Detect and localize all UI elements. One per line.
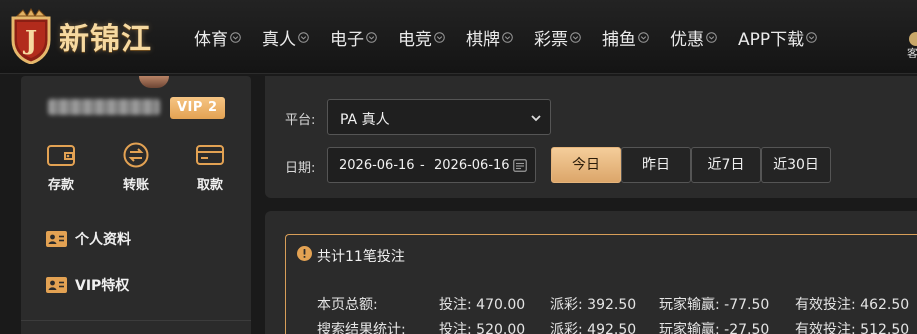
- sidebar-divider: [21, 320, 251, 321]
- top-navigation-bar: J 新锦江 体育 真人 电子 电竞 棋牌 彩票 捕鱼 优惠 APP下载 客: [0, 0, 917, 74]
- site-logo[interactable]: J 新锦江: [7, 6, 152, 66]
- nav-label: 电子: [330, 30, 364, 50]
- search-total-row: 搜索结果统计: 投注: 520.00 派彩: 492.50 玩家输赢: -27.…: [286, 319, 917, 334]
- nav-item-promotions[interactable]: 优惠: [670, 25, 717, 50]
- payout-amount: 派彩: 392.50: [550, 297, 637, 313]
- svg-text:J: J: [23, 26, 37, 56]
- chevron-down-icon: [570, 32, 581, 43]
- withdraw-button[interactable]: 取款: [185, 142, 235, 193]
- nav-item-live-casino[interactable]: 真人: [262, 25, 309, 50]
- transfer-label: 转账: [122, 178, 149, 193]
- customer-service-link[interactable]: 客: [907, 30, 917, 58]
- date-label: 日期:: [285, 161, 316, 176]
- chevron-down-icon: [806, 32, 817, 43]
- chevron-down-icon: [434, 32, 445, 43]
- chevron-down-icon: [366, 32, 377, 43]
- withdraw-label: 取款: [196, 178, 223, 193]
- date-end: 2026-06-16: [434, 158, 510, 173]
- nav-label: 体育: [194, 30, 228, 50]
- nav-item-card-games[interactable]: 棋牌: [466, 25, 513, 50]
- date-range-picker[interactable]: 2026-06-16 - 2026-06-16: [327, 147, 536, 183]
- range-7-days-button[interactable]: 近7日: [691, 147, 761, 183]
- vip-card-icon: [46, 277, 67, 293]
- account-sidebar: VIP 2 存款 转账 取款 个人资料 VIP特权: [21, 76, 251, 334]
- valid-bet-amount: 有效投注: 512.50: [795, 322, 910, 334]
- platform-selected-value: PA 真人: [340, 112, 390, 128]
- bet-amount: 投注: 470.00: [439, 297, 526, 313]
- bet-record-filters: 平台: PA 真人 日期: 2026-06-16 - 2026-06-16 今日…: [265, 76, 917, 198]
- nav-label: 棋牌: [466, 30, 500, 50]
- platform-label: 平台:: [285, 113, 316, 128]
- customer-service-label: 客: [907, 47, 917, 58]
- chevron-down-icon: [298, 32, 309, 43]
- nav-label: 优惠: [670, 30, 704, 50]
- transfer-icon: [123, 142, 149, 168]
- chevron-down-icon: [638, 32, 649, 43]
- sidebar-item-label: VIP特权: [75, 278, 130, 294]
- sidebar-item-vip-privileges[interactable]: VIP特权: [46, 275, 129, 295]
- page-total-row: 本页总额: 投注: 470.00 派彩: 392.50 玩家输赢: -77.50…: [286, 294, 917, 313]
- win-loss-amount: 玩家输赢: -27.50: [659, 322, 770, 334]
- wallet-icon: [47, 145, 75, 166]
- nav-label: 真人: [262, 30, 296, 50]
- row-label: 本页总额:: [317, 297, 378, 313]
- nav-item-app-download[interactable]: APP下载: [738, 25, 817, 50]
- range-today-button[interactable]: 今日: [551, 147, 621, 183]
- deposit-button[interactable]: 存款: [36, 142, 86, 193]
- payout-amount: 派彩: 492.50: [550, 322, 637, 334]
- deposit-label: 存款: [47, 178, 74, 193]
- calendar-icon: [513, 159, 527, 172]
- platform-select[interactable]: PA 真人: [327, 99, 551, 135]
- row-label: 搜索结果统计:: [317, 322, 406, 334]
- nav-label: 捕鱼: [602, 30, 636, 50]
- range-yesterday-button[interactable]: 昨日: [621, 147, 691, 183]
- crown-shield-logo-icon: J: [11, 8, 51, 64]
- nav-item-esports[interactable]: 电竞: [398, 25, 445, 50]
- sidebar-item-profile[interactable]: 个人资料: [46, 229, 131, 249]
- chevron-down-icon: [230, 32, 241, 43]
- card-icon: [196, 145, 224, 165]
- main-nav: 体育 真人 电子 电竞 棋牌 彩票 捕鱼 优惠 APP下载: [194, 25, 838, 50]
- valid-bet-amount: 有效投注: 462.50: [795, 297, 910, 313]
- bet-results: 共计11笔投注 本页总额: 投注: 470.00 派彩: 392.50 玩家输赢…: [265, 211, 917, 334]
- nav-item-lottery[interactable]: 彩票: [534, 25, 581, 50]
- nav-item-sports[interactable]: 体育: [194, 25, 241, 50]
- brand-name: 新锦江: [59, 22, 152, 57]
- nav-label: 彩票: [534, 30, 568, 50]
- profile-card-icon: [46, 231, 67, 247]
- chevron-down-icon: [706, 32, 717, 43]
- username-blurred: [48, 99, 160, 115]
- nav-label: APP下载: [738, 30, 805, 50]
- date-separator: -: [420, 158, 425, 173]
- scrolled-off-notice: [285, 70, 525, 80]
- transfer-button[interactable]: 转账: [111, 142, 161, 193]
- avatar[interactable]: [139, 76, 169, 88]
- nav-label: 电竞: [398, 30, 432, 50]
- vip-level-badge[interactable]: VIP 2: [170, 97, 225, 119]
- sidebar-item-label: 个人资料: [75, 232, 131, 248]
- chevron-down-icon: [531, 115, 541, 122]
- customer-service-icon: [909, 32, 917, 46]
- nav-item-fishing[interactable]: 捕鱼: [602, 25, 649, 50]
- nav-item-slots[interactable]: 电子: [330, 25, 377, 50]
- bet-amount: 投注: 520.00: [439, 322, 526, 334]
- win-loss-amount: 玩家输赢: -77.50: [659, 297, 770, 313]
- bet-count-title: 共计11笔投注: [317, 249, 405, 265]
- info-icon: [297, 246, 312, 261]
- date-start: 2026-06-16: [339, 158, 415, 173]
- range-30-days-button[interactable]: 近30日: [761, 147, 831, 183]
- bet-summary-box: 共计11笔投注 本页总额: 投注: 470.00 派彩: 392.50 玩家输赢…: [285, 234, 917, 334]
- chevron-down-icon: [502, 32, 513, 43]
- quick-actions: 存款 转账 取款: [21, 142, 251, 198]
